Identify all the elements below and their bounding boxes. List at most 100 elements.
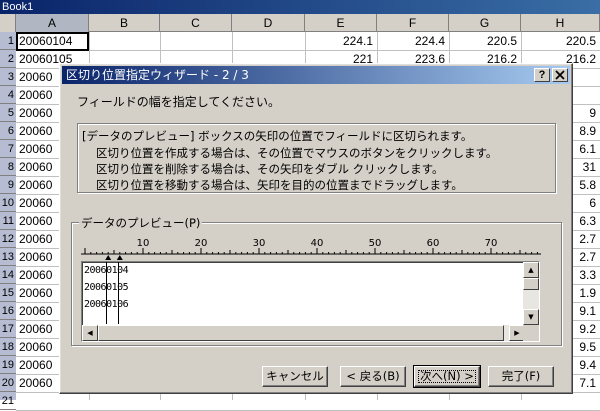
ruler-tick-label: 10: [137, 238, 150, 249]
column-header-b[interactable]: B: [89, 14, 160, 32]
cell[interactable]: [573, 86, 600, 104]
row-headers: 1 2 3 4 5 6 7 8 9 10 11 12 13 14 15 16 17 18 19 20 21: [0, 32, 16, 410]
cell[interactable]: 3.3: [573, 266, 600, 284]
cell[interactable]: 9.4: [573, 356, 600, 374]
ruler-tick-label: 40: [311, 238, 324, 249]
row-header[interactable]: 8: [0, 158, 16, 176]
row-header[interactable]: 5: [0, 104, 16, 122]
cell[interactable]: 20060: [16, 320, 59, 338]
cell[interactable]: 220.5: [449, 32, 521, 50]
cell[interactable]: 20060: [16, 68, 59, 86]
info-line-4: 区切り位置を移動する場合は、矢印を目的の位置までドラッグします。: [96, 178, 463, 192]
horizontal-scroll-thumb[interactable]: [98, 325, 504, 341]
cell[interactable]: [89, 32, 160, 50]
row-header[interactable]: 15: [0, 284, 16, 302]
info-line-2: 区切り位置を作成する場合は、その位置でマウスのボタンをクリックします。: [96, 146, 498, 160]
cell[interactable]: 20060: [16, 356, 59, 374]
row-header[interactable]: 17: [0, 320, 16, 338]
data-preview-box[interactable]: 20060104 20060105 20060106 ▲ ▼ ◀ ▶: [81, 261, 540, 342]
cell[interactable]: 20060: [16, 338, 59, 356]
row-header[interactable]: 7: [0, 140, 16, 158]
column-break-line-1[interactable]: [106, 262, 107, 324]
scroll-down-button[interactable]: ▼: [523, 309, 539, 325]
cell[interactable]: 20060: [16, 248, 59, 266]
column-headers: A B C D E F G H: [0, 14, 600, 32]
row-header[interactable]: 3: [0, 68, 16, 86]
row-header[interactable]: 21: [0, 392, 16, 410]
cell[interactable]: 20060: [16, 374, 59, 392]
row-header[interactable]: 1: [0, 32, 16, 50]
row-header[interactable]: 14: [0, 266, 16, 284]
cell[interactable]: 20060: [16, 122, 59, 140]
cell[interactable]: 20060: [16, 212, 59, 230]
window-title-bar: Book1: [0, 0, 600, 14]
row-header[interactable]: 2: [0, 50, 16, 68]
cell[interactable]: 20060: [16, 266, 59, 284]
scroll-up-button[interactable]: ▲: [523, 262, 539, 278]
cell[interactable]: 5.8: [573, 176, 600, 194]
finish-button[interactable]: 完了(F): [488, 366, 554, 387]
scrollbar-corner: [523, 325, 539, 341]
row-header[interactable]: 9: [0, 176, 16, 194]
column-header-c[interactable]: C: [160, 14, 232, 32]
row-header[interactable]: 12: [0, 230, 16, 248]
row-header[interactable]: 11: [0, 212, 16, 230]
cell[interactable]: 224.1: [305, 32, 377, 50]
help-button[interactable]: ?: [534, 68, 550, 82]
next-button[interactable]: 次へ(N) >: [413, 365, 481, 388]
row-header[interactable]: 13: [0, 248, 16, 266]
cell[interactable]: 20060: [16, 302, 59, 320]
cell[interactable]: 6: [573, 194, 600, 212]
cell[interactable]: [232, 32, 305, 50]
cell[interactable]: 2.7: [573, 230, 600, 248]
cell[interactable]: 9.1: [573, 302, 600, 320]
cell[interactable]: 20060: [16, 230, 59, 248]
cell[interactable]: 8.9: [573, 122, 600, 140]
cell[interactable]: 7.1: [573, 374, 600, 392]
column-header-f[interactable]: F: [377, 14, 449, 32]
row-header[interactable]: 4: [0, 86, 16, 104]
vertical-scrollbar[interactable]: ▲ ▼: [523, 262, 539, 325]
cell[interactable]: 9.5: [573, 338, 600, 356]
column-header-g[interactable]: G: [449, 14, 521, 32]
cell[interactable]: 9: [573, 104, 600, 122]
cell[interactable]: 20060: [16, 104, 59, 122]
cell[interactable]: 9.2: [573, 320, 600, 338]
cell[interactable]: 6.1: [573, 140, 600, 158]
dialog-title-bar[interactable]: 区切り位置指定ウィザード - 2 / 3 ?: [62, 66, 570, 84]
cell[interactable]: 20060: [16, 284, 59, 302]
row-header[interactable]: 16: [0, 302, 16, 320]
cell[interactable]: 220.5: [521, 32, 600, 50]
column-ruler[interactable]: 10 20 30 40 50 60 70: [81, 232, 541, 260]
column-header-h[interactable]: H: [521, 14, 600, 32]
cell[interactable]: 31: [573, 158, 600, 176]
close-button[interactable]: [552, 68, 568, 82]
cell[interactable]: 20060: [16, 158, 59, 176]
scroll-left-button[interactable]: ◀: [82, 325, 98, 341]
row-header[interactable]: 19: [0, 356, 16, 374]
column-header-d[interactable]: D: [232, 14, 305, 32]
cell[interactable]: [573, 68, 600, 86]
cell[interactable]: 20060: [16, 194, 59, 212]
cell[interactable]: 2.7: [573, 248, 600, 266]
column-header-a[interactable]: A: [16, 14, 89, 32]
row-header[interactable]: 18: [0, 338, 16, 356]
vertical-scroll-thumb[interactable]: [523, 278, 539, 290]
row-header[interactable]: 20: [0, 374, 16, 392]
cancel-button[interactable]: キャンセル: [262, 366, 328, 387]
cell[interactable]: 224.4: [377, 32, 449, 50]
cell[interactable]: 20060: [16, 86, 59, 104]
back-button[interactable]: < 戻る(B): [340, 366, 406, 387]
row-header[interactable]: 10: [0, 194, 16, 212]
horizontal-scrollbar[interactable]: ◀ ▶: [82, 325, 525, 341]
select-all-corner[interactable]: [0, 14, 16, 32]
cell[interactable]: 20060: [16, 176, 59, 194]
cell[interactable]: 6.3: [573, 212, 600, 230]
cell[interactable]: [160, 32, 232, 50]
cell[interactable]: 20060: [16, 140, 59, 158]
info-box: [データのプレビュー] ボックスの矢印の位置でフィールドに区切られます。 区切り…: [77, 123, 556, 193]
column-header-e[interactable]: E: [305, 14, 377, 32]
row-header[interactable]: 6: [0, 122, 16, 140]
cell[interactable]: 1.9: [573, 284, 600, 302]
column-break-line-2[interactable]: [118, 262, 119, 324]
